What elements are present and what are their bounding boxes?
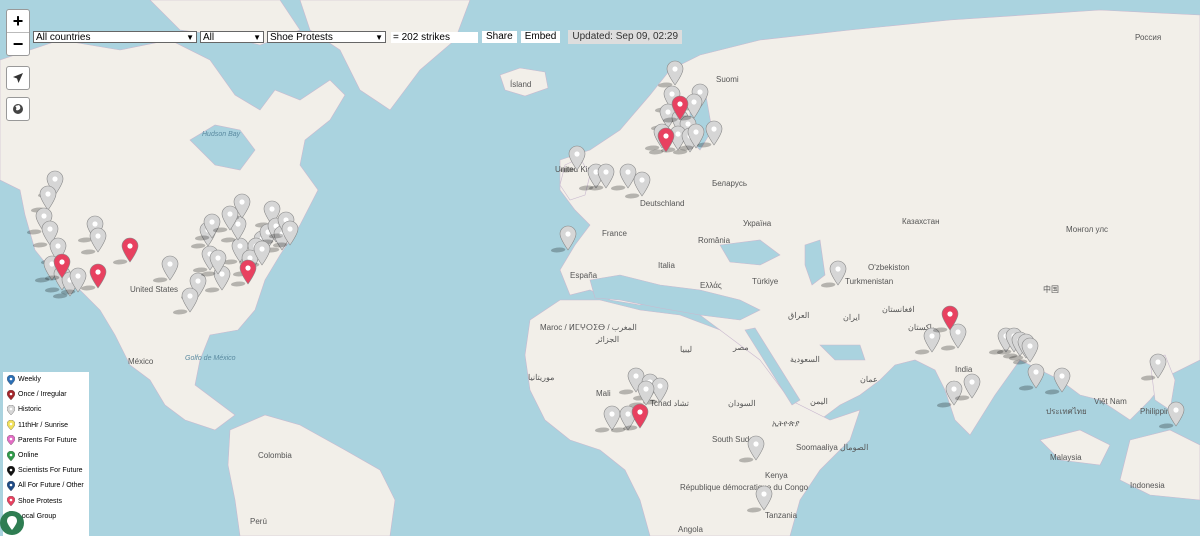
locate-button[interactable]: [6, 66, 30, 90]
place-label: Golfo de México: [185, 355, 236, 362]
legend-pin-icon: [7, 480, 15, 491]
legend-pin-icon: [7, 450, 15, 461]
place-label: Казахстан: [902, 217, 940, 226]
place-label: Suomi: [716, 75, 739, 84]
legend-label: All For Future / Other: [18, 482, 84, 490]
globe-icon: [13, 104, 23, 114]
filter-toolbar: All countries ▼ All ▼ Shoe Protests ▼ = …: [33, 30, 683, 44]
chevron-down-icon: ▼: [186, 33, 194, 42]
zoom-out-button[interactable]: −: [7, 33, 29, 55]
place-label: République démocratique du Congo: [680, 483, 809, 492]
place-label: România: [698, 236, 731, 245]
zoom-control: + −: [6, 9, 30, 56]
place-label: العراق: [788, 311, 809, 320]
place-label: Hudson Bay: [202, 131, 241, 138]
place-label: Colombia: [258, 451, 292, 460]
country-select[interactable]: All countries ▼: [33, 31, 197, 43]
legend-label: Weekly: [18, 376, 41, 384]
chevron-down-icon: ▼: [253, 33, 261, 42]
place-label: عمان: [860, 375, 878, 384]
zoom-in-button[interactable]: +: [7, 10, 29, 32]
legend-label: Parents For Future: [18, 436, 77, 444]
place-label: Malaysia: [1050, 453, 1082, 462]
map-pin-icon: [7, 516, 17, 530]
world-map[interactable]: Ísland Suomi Россия Hudson Bay United Ki…: [0, 0, 1200, 536]
legend-pin-icon: [7, 435, 15, 446]
place-label: Việt Nam: [1094, 397, 1127, 406]
place-label: Deutschland: [640, 199, 684, 208]
place-label: ኢትዮጵያ: [772, 419, 800, 428]
place-label: Монгол улс: [1066, 225, 1108, 234]
place-label: Perú: [250, 517, 267, 526]
legend-label: Online: [18, 452, 39, 460]
place-label: Italia: [658, 261, 675, 270]
country-select-value: All countries: [36, 32, 91, 43]
legend-label: Local Group: [18, 512, 57, 520]
place-label: ليبيا: [680, 345, 692, 354]
updated-timestamp: Updated: Sep 09, 02:29: [568, 30, 683, 44]
legend-item: All For Future / Other: [3, 478, 89, 493]
legend-pin-icon: [7, 496, 15, 507]
legend-label: Once / Irregular: [18, 391, 67, 399]
legend-label: Historic: [18, 406, 42, 414]
chevron-down-icon: ▼: [375, 33, 383, 42]
legend-label: Shoe Protests: [18, 497, 62, 505]
place-label: O'zbekiston: [868, 263, 910, 272]
place-label: Россия: [1135, 33, 1161, 42]
legend-item: Shoe Protests: [3, 494, 89, 509]
place-label: Tanzania: [765, 511, 798, 520]
local-group-button[interactable]: [0, 511, 24, 535]
legend-pin-icon: [7, 389, 15, 400]
place-label: Kenya: [765, 471, 788, 480]
legend-pin-icon: [7, 404, 15, 415]
legend-pin-icon: [7, 465, 15, 476]
place-label: Ελλάς: [700, 281, 722, 290]
embed-button[interactable]: Embed: [520, 31, 561, 43]
place-label: España: [570, 271, 598, 280]
share-button[interactable]: Share: [482, 31, 517, 43]
legend-label: 11thHr / Sunrise: [18, 421, 69, 429]
place-label: Indonesia: [1130, 481, 1165, 490]
place-label: موريتانيا: [528, 373, 554, 382]
navigation-arrow-icon: [13, 73, 23, 83]
legend-item: Historic: [3, 402, 89, 417]
place-label: افغانستان: [882, 305, 914, 314]
legend-pin-icon: [7, 420, 15, 431]
place-label: Turkmenistan: [845, 277, 893, 286]
strike-count: = 202 strikes: [391, 31, 478, 43]
place-label: India: [955, 365, 973, 374]
place-label: Беларусь: [712, 179, 747, 188]
place-label: Ísland: [510, 80, 531, 89]
place-label: السعودية: [790, 355, 820, 364]
legend-item: Scientists For Future: [3, 463, 89, 478]
place-label: Türkiye: [752, 277, 779, 286]
place-label: France: [602, 229, 627, 238]
place-label: مصر: [732, 343, 749, 352]
legend-item: Once / Irregular: [3, 387, 89, 402]
globe-button[interactable]: [6, 97, 30, 121]
place-label: ประเทศไทย: [1046, 407, 1087, 416]
legend-label: Scientists For Future: [18, 467, 83, 475]
place-label: السودان: [728, 399, 756, 408]
legend-item: Parents For Future: [3, 433, 89, 448]
place-label: Maroc / ⵍⵎⵖⵔⵉⴱ / المغرب: [540, 323, 637, 332]
place-label: México: [128, 357, 154, 366]
legend-item: 11thHr / Sunrise: [3, 418, 89, 433]
group-select[interactable]: Shoe Protests ▼: [267, 31, 386, 43]
type-select-value: All: [203, 32, 215, 43]
place-label: الجزائر: [595, 335, 619, 344]
place-label: United States: [130, 285, 178, 294]
legend-pin-icon: [7, 374, 15, 385]
place-label: Soomaaliya الصومال: [796, 443, 868, 452]
place-label: Україна: [743, 219, 772, 228]
place-label: Angola: [678, 525, 703, 534]
place-label: ایران: [843, 313, 860, 322]
place-label: 中国: [1043, 284, 1059, 294]
legend-item: Online: [3, 448, 89, 463]
group-select-value: Shoe Protests: [270, 32, 333, 43]
legend-item: Weekly: [3, 372, 89, 387]
place-label: Mali: [596, 389, 611, 398]
place-label: اليمن: [810, 397, 828, 406]
type-select[interactable]: All ▼: [200, 31, 264, 43]
